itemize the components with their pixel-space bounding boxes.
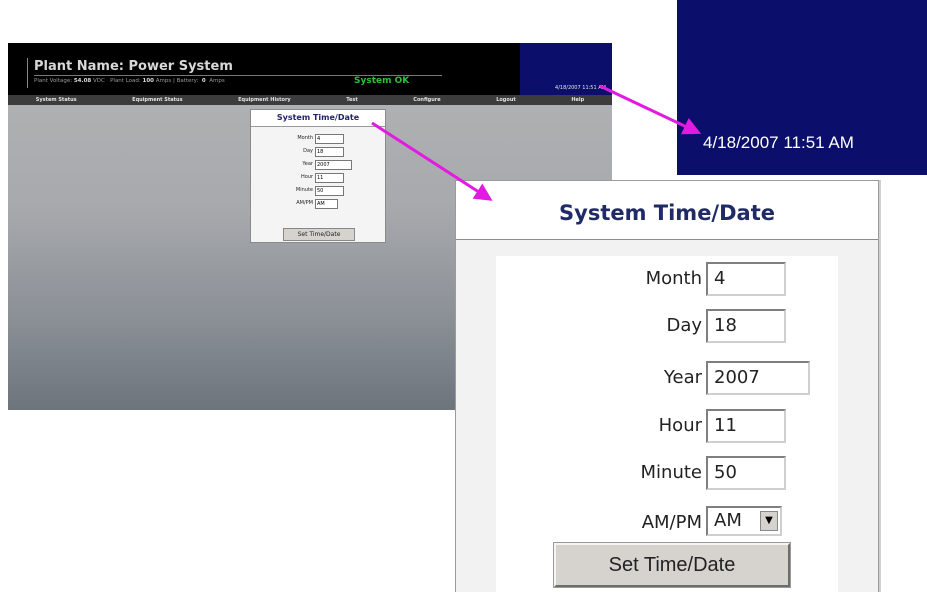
clock-callout-arrow: [599, 84, 702, 135]
callout-arrows: [371, 84, 702, 201]
dialog-callout-arrow: [371, 121, 493, 201]
